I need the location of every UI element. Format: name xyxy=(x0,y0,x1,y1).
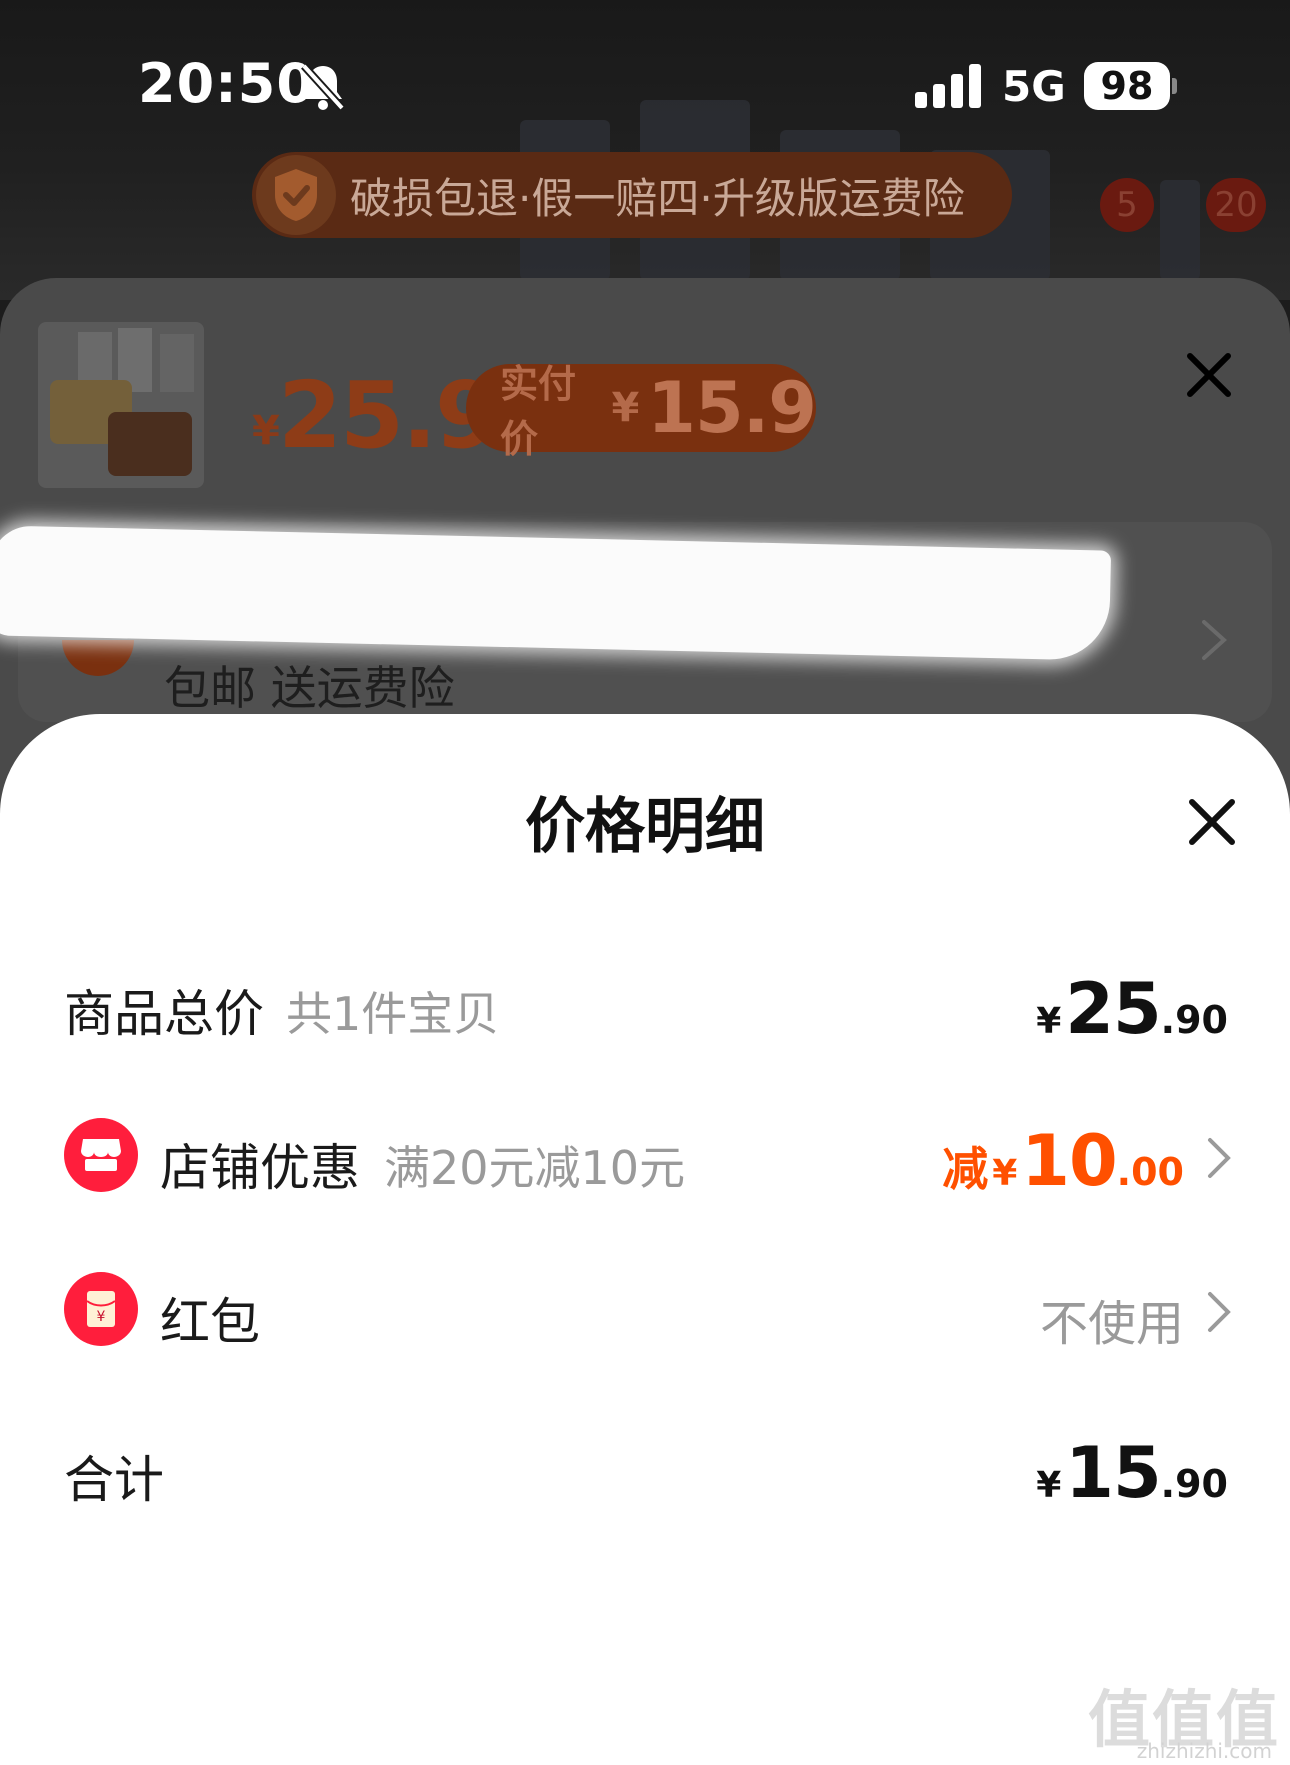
red-packet-label: 红包 xyxy=(160,1293,260,1351)
amount-integer: 15 xyxy=(1065,1432,1161,1514)
amount-decimal: .90 xyxy=(1160,1462,1228,1506)
amount-integer: 10 xyxy=(1021,1120,1117,1202)
goods-total-count: 共1件宝贝 xyxy=(286,987,500,1041)
battery-tip xyxy=(1172,78,1177,94)
shipping-text: 包邮 送运费险 xyxy=(164,661,455,715)
red-packet-value: 不使用 xyxy=(1039,1296,1184,1352)
goods-total-row: 商品总价 共1件宝贝 ¥ 25 .90 xyxy=(0,948,1290,1058)
amount-decimal: .00 xyxy=(1116,1150,1184,1194)
svg-text:¥: ¥ xyxy=(97,1309,106,1325)
product-thumbnail xyxy=(38,322,204,488)
close-icon[interactable] xyxy=(1186,796,1238,848)
signal-icon xyxy=(915,64,981,108)
goods-total-amount: ¥ 25 .90 xyxy=(1036,968,1228,1050)
watermark-domain: zhizhizhi.com xyxy=(1136,1739,1272,1763)
currency-symbol: ¥ xyxy=(992,1153,1018,1194)
network-type: 5G xyxy=(1002,62,1066,111)
goods-total-label: 商品总价 xyxy=(64,985,264,1043)
paid-price-pill: 实付价 ¥ 15.9 xyxy=(466,362,817,461)
shield-check-icon xyxy=(256,155,336,235)
guarantee-banner[interactable]: 破损包退·假一赔四·升级版运费险 xyxy=(252,152,1012,238)
red-packet-icon: ¥ xyxy=(64,1272,138,1346)
store-discount-row[interactable]: 店铺优惠 满20元减10元 减 ¥ 10 .00 xyxy=(0,1102,1290,1212)
paid-price-currency: ¥ xyxy=(611,385,640,431)
amount-integer: 25 xyxy=(1065,968,1161,1050)
chevron-right-icon xyxy=(1208,1292,1231,1332)
badge-count-1: 5 xyxy=(1100,178,1154,232)
discount-prefix: 减 xyxy=(942,1142,989,1196)
battery-indicator: 98 xyxy=(1084,62,1170,110)
guarantee-text: 破损包退·假一赔四·升级版运费险 xyxy=(350,173,965,223)
currency-symbol: ¥ xyxy=(1036,1465,1062,1506)
close-icon[interactable] xyxy=(1184,350,1234,400)
store-discount-label: 店铺优惠 xyxy=(160,1139,360,1197)
total-amount: ¥ 15 .90 xyxy=(1036,1432,1228,1514)
store-discount-rule: 满20元减10元 xyxy=(384,1141,686,1195)
store-icon xyxy=(64,1118,138,1192)
price-currency: ¥ xyxy=(252,408,280,454)
chevron-right-icon xyxy=(1202,620,1227,660)
paid-price-label: 实付价 xyxy=(500,362,577,461)
paid-price-value: 15.9 xyxy=(647,367,817,449)
price-detail-sheet xyxy=(0,714,1290,1765)
product-price: 25.9 xyxy=(278,362,499,469)
bell-muted-icon xyxy=(301,63,345,111)
status-time: 20:50 xyxy=(138,52,315,115)
chevron-right-icon xyxy=(1208,1138,1231,1178)
badge-count-2: 20 xyxy=(1206,178,1266,232)
total-label: 合计 xyxy=(64,1451,164,1509)
amount-decimal: .90 xyxy=(1160,998,1228,1042)
currency-symbol: ¥ xyxy=(1036,1001,1062,1042)
product-page-background xyxy=(0,0,1290,300)
total-row: 合计 ¥ 15 .90 xyxy=(0,1414,1290,1524)
red-packet-row[interactable]: ¥ 红包 不使用 xyxy=(0,1256,1290,1366)
sheet-title: 价格明细 xyxy=(525,792,765,862)
store-discount-amount: 减 ¥ 10 .00 xyxy=(942,1120,1184,1202)
